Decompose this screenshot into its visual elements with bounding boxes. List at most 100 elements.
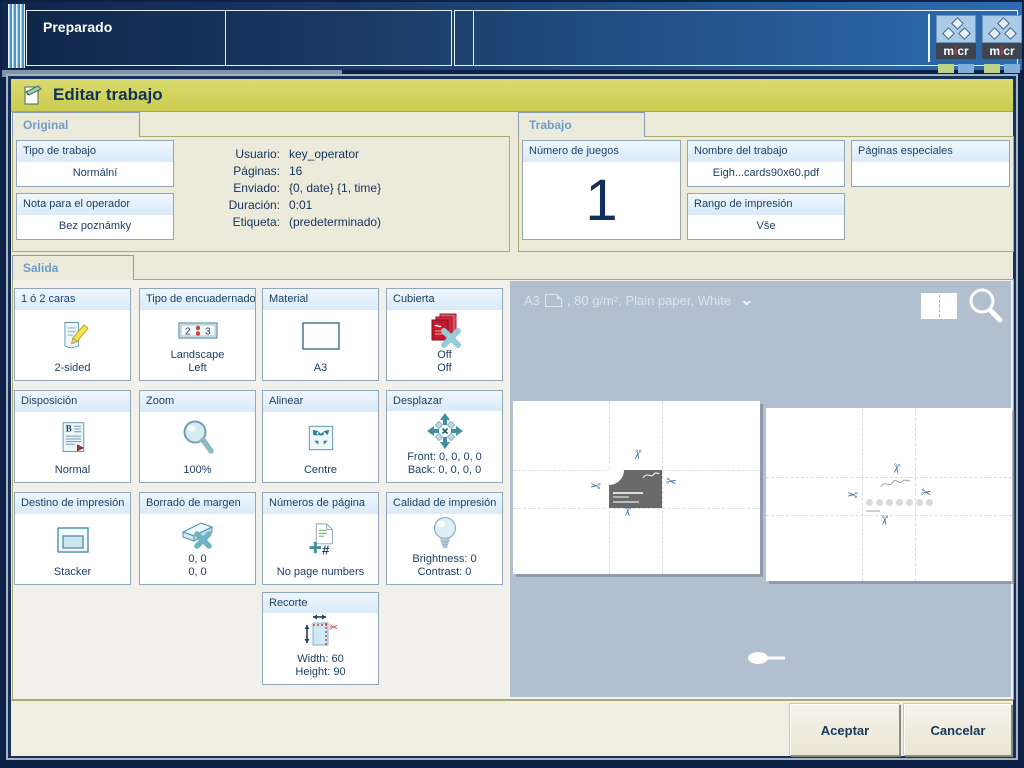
toner-diamonds-icon [982,15,1022,43]
tile-label: Recorte [263,593,378,613]
tile-label: Nota para el operador [17,194,173,215]
align-tile[interactable]: Alinear Centre [262,390,379,483]
layout-normal-icon: B [15,412,130,464]
tile-value: Off Off [437,349,452,374]
tile-value: Centre [303,464,338,476]
salida-section: 1 ó 2 caras 2-sided Tipo de encuadernado [12,279,1014,700]
tile-label: Rango de impresión [688,194,844,215]
cover-off-icon [387,310,502,349]
image-shift-icon [387,411,502,451]
micr-label: micr [982,43,1022,59]
tile-value: Eigh...cards90x60.pdf [712,166,820,179]
business-card-front [609,470,663,509]
chevron-down-icon: ⌄ [739,291,754,309]
preview-media-selector[interactable]: A3 , 80 g/m², Plain paper, White ⌄ [524,291,754,309]
card-back-dots [865,498,933,506]
cover-tile[interactable]: Cubierta Off Off [386,288,503,381]
queue-status-panel[interactable]: micr micr [454,10,1022,73]
tile-value: 100% [183,464,212,476]
info-value: 16 [289,164,303,178]
tile-value: A3 [313,362,328,374]
tile-label: Destino de impresión [15,493,130,514]
micr-label: micr [936,43,976,59]
svg-text:✂: ✂ [329,621,338,634]
tile-value: Stacker [53,566,92,578]
tile-value [852,162,1009,186]
trim-icon: ✂ [263,613,378,653]
media-name: A3 [524,293,540,308]
cancel-button[interactable]: Cancelar [904,704,1012,756]
printer-status-panel[interactable]: Preparado [26,10,452,66]
scissors-icon: ✂ [846,486,859,503]
tile-label: Desplazar [387,391,502,411]
zoom-tile[interactable]: Zoom 100% [139,390,256,483]
destination-tile[interactable]: Destino de impresión Stacker [14,492,131,585]
media-icon [263,310,378,362]
tile-value: No page numbers [276,566,365,578]
supply-level-squares [982,64,1022,73]
tile-value: Width: 60 Height: 90 [295,653,346,678]
margin-erase-tile[interactable]: Borrado de margen 0, 0 0, 0 [139,492,256,585]
activity-stripes-indicator [8,4,25,68]
tile-label: Disposición [15,391,130,412]
special-pages-tile[interactable]: Páginas especiales [851,140,1010,187]
dialog-title: Editar trabajo [53,85,163,104]
tile-label: Páginas especiales [852,141,1009,162]
stacker-icon [15,514,130,566]
info-label: Páginas: [233,164,280,178]
sets-count-value: 1 [585,168,618,233]
dialog-button-bar: Aceptar Cancelar [11,700,1013,756]
tile-label: Tipo de trabajo [17,141,173,162]
connector-icon [748,652,785,664]
info-value: 0:01 [289,198,313,212]
info-value: (predeterminado) [289,215,382,229]
preview-panel: A3 , 80 g/m², Plain paper, White ⌄ ✂ ✂ ✂… [510,281,1012,697]
accept-button[interactable]: Aceptar [790,704,900,756]
info-value: key_operator [289,147,360,161]
info-label: Duración: [228,198,280,212]
toner-diamonds-icon [936,15,976,43]
tile-label: Calidad de impresión [387,493,502,514]
page-numbers-tile[interactable]: Números de página # No page numbers [262,492,379,585]
tile-label: Cubierta [387,289,502,310]
job-type-tile[interactable]: Tipo de trabajo Normální [16,140,174,187]
print-quality-tile[interactable]: Calidad de impresión Brightness: 0 Contr… [386,492,503,585]
tab-trabajo[interactable]: Trabajo [518,112,645,137]
binding-tile[interactable]: Tipo de encuadernado 2 3 Landscape Left [139,288,256,381]
svg-text:#: # [321,542,329,557]
status-panel-divider [225,11,226,65]
tile-label: Alinear [263,391,378,412]
job-name-tile[interactable]: Nombre del trabajo Eigh...cards90x60.pdf [687,140,845,187]
scissors-icon: ✂ [619,505,636,518]
tab-original[interactable]: Original [12,112,140,137]
sides-tile[interactable]: 1 ó 2 caras 2-sided [14,288,131,381]
tile-value: Normální [72,166,118,179]
magnifier-icon [140,412,255,464]
print-range-tile[interactable]: Rango de impresión Vše [687,193,845,240]
job-info-list: Usuario: key_operator Páginas: 16 Enviad… [185,147,500,229]
preview-page-back[interactable]: ✂ ✂ ✂ ✂ [766,408,1012,581]
tile-value: Vše [756,219,776,232]
media-tile[interactable]: Material A3 [262,288,379,381]
original-section: Tipo de trabajo Normální Nota para el op… [12,136,510,252]
tile-value: 0, 0 0, 0 [188,553,207,578]
svg-text:2: 2 [185,326,191,337]
spread-view-icon[interactable] [921,293,957,319]
edit-job-dialog: Editar trabajo Original Tipo de trabajo … [8,76,1016,758]
shift-tile[interactable]: Desplazar Front: 0, 0, 0, 0 Back: 0, 0, … [386,390,503,483]
tab-salida[interactable]: Salida [12,255,134,280]
preview-zoom-icon[interactable] [965,286,1005,326]
tile-label: Zoom [140,391,255,412]
svg-text:3: 3 [205,326,211,337]
tile-label: Números de página [263,493,378,514]
tile-value: Bez poznámky [58,219,132,232]
supplies-separator [928,14,930,62]
info-label: Enviado: [233,181,280,195]
preview-page-front[interactable]: ✂ ✂ ✂ ✂ [513,401,760,574]
scissors-icon: ✂ [628,447,646,461]
operator-note-tile[interactable]: Nota para el operador Bez poznámky [16,193,174,240]
trim-tile[interactable]: Recorte ✂ Width: 60 Height: 90 [262,592,379,685]
top-status-bar: Preparado micr micr [2,2,1022,73]
number-of-sets-tile[interactable]: Número de juegos 1 [522,140,681,240]
layout-tile[interactable]: Disposición B Normal [14,390,131,483]
